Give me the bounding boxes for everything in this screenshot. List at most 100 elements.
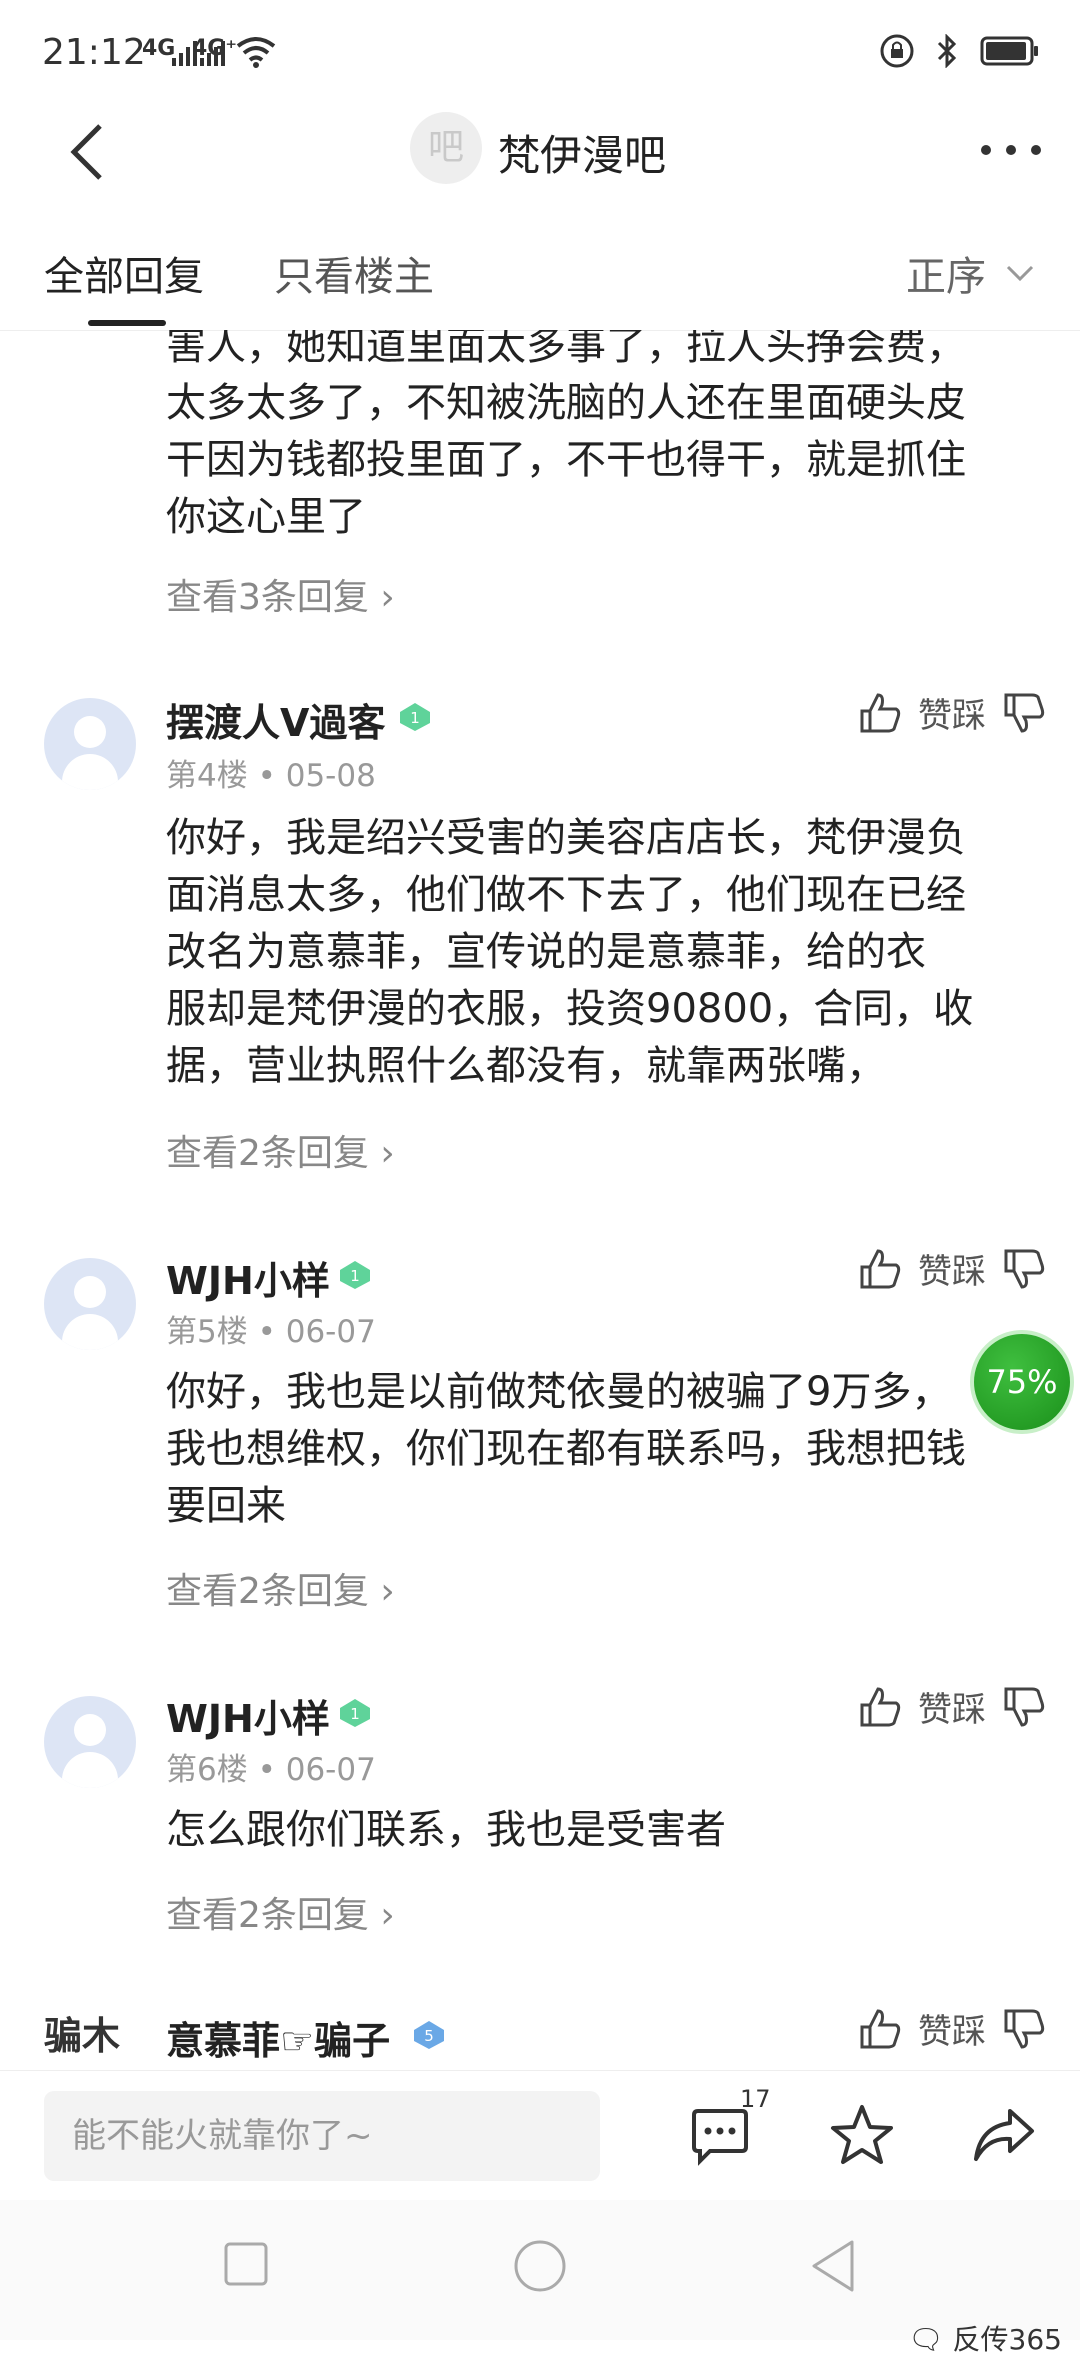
post-body: 你好，我也是以前做梵依曼的被骗了9万多， 我也想维权，你们现在都有联系吗，我想把… <box>166 1364 1046 1535</box>
floor-number: 第4楼 <box>166 758 248 794</box>
forum-logo[interactable]: 吧 <box>410 112 482 184</box>
thumbs-up-icon[interactable] <box>858 691 902 735</box>
battery-icon <box>980 36 1038 66</box>
post-date: 06-07 <box>285 1314 376 1350</box>
nav-bar: 吧 梵伊漫吧 <box>0 100 1080 200</box>
signal-icon-2 <box>200 41 225 66</box>
recent-apps-icon[interactable] <box>222 2240 270 2288</box>
forum-title[interactable]: 梵伊漫吧 <box>498 122 666 183</box>
reply-tabs: 全部回复 只看楼主 正序 <box>0 220 1080 331</box>
chevron-right-icon: › <box>380 1571 395 1612</box>
text-line: 太多太多了，不知被洗脑的人还在里面硬头皮 <box>166 380 966 426</box>
text-line: 干因为钱都投里面了，不干也得干，就是抓住 <box>166 437 966 483</box>
text-line: 害人，她知道里面太多事了，拉人头挣会费， <box>166 330 966 369</box>
back-nav-icon[interactable] <box>808 2238 858 2294</box>
text-line: 我也想维权，你们现在都有联系吗，我想把钱 <box>166 1426 966 1472</box>
svg-text:1: 1 <box>350 1705 360 1723</box>
author-name[interactable]: 意慕菲☞骗子 <box>166 2010 390 2065</box>
post-date: 05-08 <box>285 758 376 794</box>
chevron-down-icon <box>1006 265 1034 282</box>
comment-bar: 能不能火就靠你了~ 17 <box>0 2070 1080 2201</box>
avatar[interactable] <box>44 1258 136 1350</box>
lock-rotation-icon <box>880 34 914 68</box>
wifi-icon <box>236 37 276 68</box>
avatar[interactable]: 骗木 <box>44 2014 136 2070</box>
tab-underline <box>88 320 166 326</box>
share-icon[interactable] <box>972 2103 1036 2167</box>
sort-label: 正序 <box>906 254 986 300</box>
comment-input[interactable]: 能不能火就靠你了~ <box>44 2091 600 2181</box>
like-dislike-group: 赞踩 <box>858 1244 1046 1293</box>
thumbs-down-icon[interactable] <box>1002 691 1046 735</box>
thumbs-up-icon[interactable] <box>858 2007 902 2051</box>
view-replies-label: 查看2条回复 <box>166 1571 369 1612</box>
clock: 21:12 <box>42 32 146 73</box>
level-badge-icon: 1 <box>340 1699 370 1727</box>
floor-number: 第6楼 <box>166 1752 248 1788</box>
thumbs-up-icon[interactable] <box>858 1685 902 1729</box>
text-line: 你好，我是绍兴受害的美容店店长，梵伊漫负 <box>166 815 966 861</box>
view-replies-link[interactable]: 查看2条回复 › <box>166 1886 395 1938</box>
watermark: 🗨 反传365 <box>908 2318 1062 2358</box>
like-dislike-label: 赞踩 <box>918 1252 986 1292</box>
text-line: 服却是梵伊漫的衣服，投资90800，合同，收 <box>166 986 974 1032</box>
like-dislike-label: 赞踩 <box>918 696 986 736</box>
author-name[interactable]: WJH小样 <box>166 1250 330 1305</box>
like-dislike-group: 赞踩 <box>858 688 1046 737</box>
floating-progress-ball[interactable]: 75% <box>970 1330 1074 1434</box>
avatar[interactable] <box>44 698 136 790</box>
thumbs-up-icon[interactable] <box>858 1247 902 1291</box>
tab-owner-only[interactable]: 只看楼主 <box>274 244 434 302</box>
like-dislike-label: 赞踩 <box>918 2012 986 2052</box>
chevron-right-icon: › <box>380 1133 395 1174</box>
view-replies-label: 查看2条回复 <box>166 1133 369 1174</box>
tab-all-replies[interactable]: 全部回复 <box>44 244 204 302</box>
text-line: 你好，我也是以前做梵依曼的被骗了9万多， <box>166 1369 952 1415</box>
level-badge-icon: 5 <box>414 2021 444 2049</box>
bluetooth-icon <box>937 34 957 68</box>
reply-list: 害人，她知道里面太多事了，拉人头挣会费， 太多太多了，不知被洗脑的人还在里面硬头… <box>0 330 1080 2070</box>
home-icon[interactable] <box>512 2238 568 2294</box>
post-meta: 第4楼 • 05-08 <box>166 758 376 794</box>
status-bar: 21:12 4G 4G⁺ <box>0 0 1080 110</box>
more-icon[interactable] <box>976 130 1046 170</box>
post-body: 怎么跟你们联系，我也是受害者 <box>166 1802 1046 1859</box>
text-line: 据，营业执照什么都没有，就靠两张嘴， <box>166 1043 886 1089</box>
star-icon[interactable] <box>830 2103 894 2167</box>
text-line: 怎么跟你们联系，我也是受害者 <box>166 1807 726 1853</box>
post-meta: 第6楼 • 06-07 <box>166 1752 376 1788</box>
post-body: 你好，我是绍兴受害的美容店店长，梵伊漫负 面消息太多，他们做不下去了，他们现在已… <box>166 810 1046 1095</box>
avatar[interactable] <box>44 1696 136 1788</box>
thumbs-down-icon[interactable] <box>1002 2007 1046 2051</box>
view-replies-label: 查看3条回复 <box>166 577 369 618</box>
like-dislike-label: 赞踩 <box>918 1690 986 1730</box>
text-line: 改名为意慕菲，宣传说的是意慕菲，给的衣 <box>166 929 926 975</box>
back-icon[interactable] <box>64 122 114 182</box>
text-line: 要回来 <box>166 1483 286 1529</box>
text-line: 面消息太多，他们做不下去了，他们现在已经 <box>166 872 966 918</box>
signal-4g-label: 4G <box>142 36 176 61</box>
floor-number: 第5楼 <box>166 1314 248 1350</box>
post-meta: 第5楼 • 06-07 <box>166 1314 376 1350</box>
svg-text:1: 1 <box>350 1267 360 1285</box>
post-date: 06-07 <box>285 1752 376 1788</box>
like-dislike-group: 赞踩 <box>858 2004 1046 2053</box>
sort-toggle[interactable]: 正序 <box>906 244 1034 302</box>
svg-text:5: 5 <box>424 2027 434 2045</box>
post-body-previous: 害人，她知道里面太多事了，拉人头挣会费， 太多太多了，不知被洗脑的人还在里面硬头… <box>166 330 1046 546</box>
svg-text:1: 1 <box>410 709 420 727</box>
like-dislike-group: 赞踩 <box>858 1682 1046 1731</box>
view-replies-link[interactable]: 查看2条回复 › <box>166 1562 395 1614</box>
view-replies-link[interactable]: 查看2条回复 › <box>166 1124 395 1176</box>
level-badge-icon: 1 <box>340 1261 370 1289</box>
thumbs-down-icon[interactable] <box>1002 1685 1046 1729</box>
view-replies-link[interactable]: 查看3条回复 › <box>166 568 395 620</box>
chevron-right-icon: › <box>380 1895 395 1936</box>
level-badge-icon: 1 <box>400 703 430 731</box>
author-name[interactable]: 摆渡人V過客 <box>166 692 385 747</box>
thumbs-down-icon[interactable] <box>1002 1247 1046 1291</box>
chevron-right-icon: › <box>380 577 395 618</box>
author-name[interactable]: WJH小样 <box>166 1688 330 1743</box>
text-line: 你这心里了 <box>166 494 366 540</box>
view-replies-label: 查看2条回复 <box>166 1895 369 1936</box>
